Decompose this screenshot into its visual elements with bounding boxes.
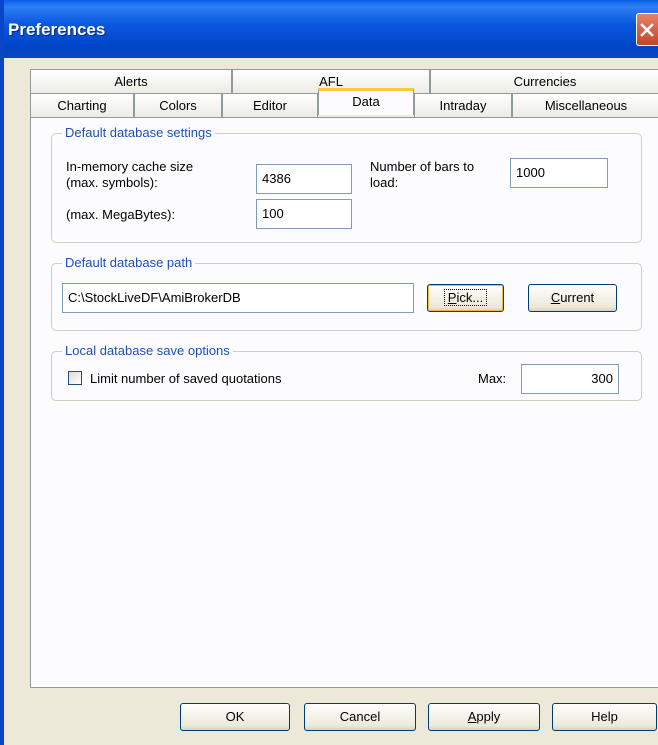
max-label: Max: [478, 371, 507, 386]
tab-colors-label: Colors [159, 98, 197, 113]
tab-charting-label: Charting [57, 98, 107, 113]
database-settings-group: Default database settings In-memory cach… [51, 125, 642, 243]
window-title: Preferences [8, 20, 106, 39]
cache-size-label: In-memory cache size (max. symbols): [66, 159, 194, 190]
limit-quotations-label: Limit number of saved quotations [90, 371, 282, 386]
cache-size-input[interactable]: 4386 [256, 164, 352, 194]
megabytes-input[interactable]: 100 [256, 199, 352, 229]
tab-alerts[interactable]: Alerts [30, 69, 232, 93]
tab-currencies-label: Currencies [513, 74, 577, 89]
max-quotations-input[interactable]: 300 [521, 364, 619, 394]
tab-alerts-label: Alerts [114, 74, 148, 89]
data-tab-panel: Default database settings In-memory cach… [30, 117, 658, 688]
current-button-label-post: urrent [560, 290, 595, 305]
tab-editor-label: Editor [253, 98, 287, 113]
apply-button-label-post: pply [476, 709, 501, 724]
megabytes-label: (max. MegaBytes): [66, 207, 176, 222]
bars-to-load-label: Number of bars to load: [370, 159, 475, 190]
tab-data-label: Data [352, 94, 380, 109]
tab-editor[interactable]: Editor [222, 93, 318, 117]
current-button[interactable]: Current [528, 284, 617, 312]
database-path-group-label: Default database path [62, 255, 196, 271]
ok-button[interactable]: OK [180, 703, 290, 731]
pick-button[interactable]: Pick... [427, 284, 504, 312]
tab-colors[interactable]: Colors [134, 93, 222, 117]
save-options-group: Local database save options Limit number… [51, 343, 642, 401]
database-path-input[interactable]: C:\StockLiveDF\AmiBrokerDB [62, 283, 414, 313]
cancel-button[interactable]: Cancel [304, 703, 416, 731]
tab-afl-label: AFL [319, 74, 343, 89]
close-icon [640, 23, 654, 37]
tab-currencies[interactable]: Currencies [430, 69, 658, 93]
bars-to-load-input[interactable]: 1000 [510, 158, 608, 188]
tab-intraday[interactable]: Intraday [414, 93, 512, 117]
limit-quotations-checkbox[interactable] [68, 371, 82, 385]
tab-data[interactable]: Data [318, 88, 414, 115]
tab-intraday-label: Intraday [439, 98, 487, 113]
pick-button-label-post: ick... [456, 290, 484, 305]
database-path-group: Default database path C:\StockLiveDF\Ami… [51, 255, 642, 331]
tab-charting[interactable]: Charting [30, 93, 134, 117]
apply-button[interactable]: Apply [428, 703, 540, 731]
current-button-accel: C [550, 290, 561, 305]
help-button[interactable]: Help [552, 703, 657, 731]
pick-button-label: Pick... [443, 289, 488, 306]
tab-miscellaneous[interactable]: Miscellaneous [512, 93, 658, 117]
tab-miscellaneous-label: Miscellaneous [544, 98, 628, 113]
title-bar[interactable]: Preferences [4, 0, 658, 58]
preferences-dialog: Preferences Alerts AFL Currencies Charti… [0, 0, 658, 745]
database-settings-group-label: Default database settings [62, 125, 215, 141]
close-button[interactable] [636, 13, 658, 46]
save-options-group-label: Local database save options [62, 343, 233, 359]
